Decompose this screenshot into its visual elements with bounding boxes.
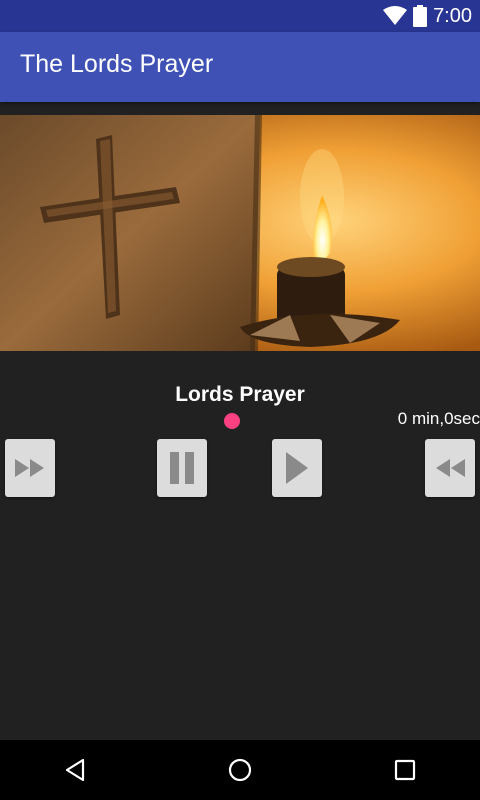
battery-icon: [413, 5, 428, 27]
play-button[interactable]: [272, 439, 322, 497]
track-title: Lords Prayer: [175, 383, 305, 406]
navigation-bar: [0, 740, 480, 800]
pause-button[interactable]: [157, 439, 207, 497]
elapsed-time-label: 0 min,0sec: [397, 409, 480, 428]
status-bar: 7:00: [0, 0, 480, 32]
home-button[interactable]: [200, 740, 280, 800]
seek-bar-thumb[interactable]: [224, 413, 240, 429]
recents-icon: [394, 759, 416, 781]
pause-icon: [170, 452, 194, 484]
back-button[interactable]: [35, 740, 115, 800]
status-time: 7:00: [433, 4, 472, 27]
wifi-icon: [383, 6, 408, 25]
app-bar: The Lords Prayer: [0, 32, 480, 102]
fast-forward-icon: [15, 459, 44, 477]
rewind-icon: [436, 459, 465, 477]
fast-forward-button[interactable]: [5, 439, 55, 497]
home-icon: [228, 758, 252, 782]
rewind-button[interactable]: [425, 439, 475, 497]
back-icon: [65, 758, 85, 782]
status-icons: 7:00: [383, 0, 472, 32]
play-icon: [286, 452, 308, 484]
app-title: The Lords Prayer: [20, 50, 214, 78]
hero-image: [0, 115, 480, 351]
recents-button[interactable]: [365, 740, 445, 800]
